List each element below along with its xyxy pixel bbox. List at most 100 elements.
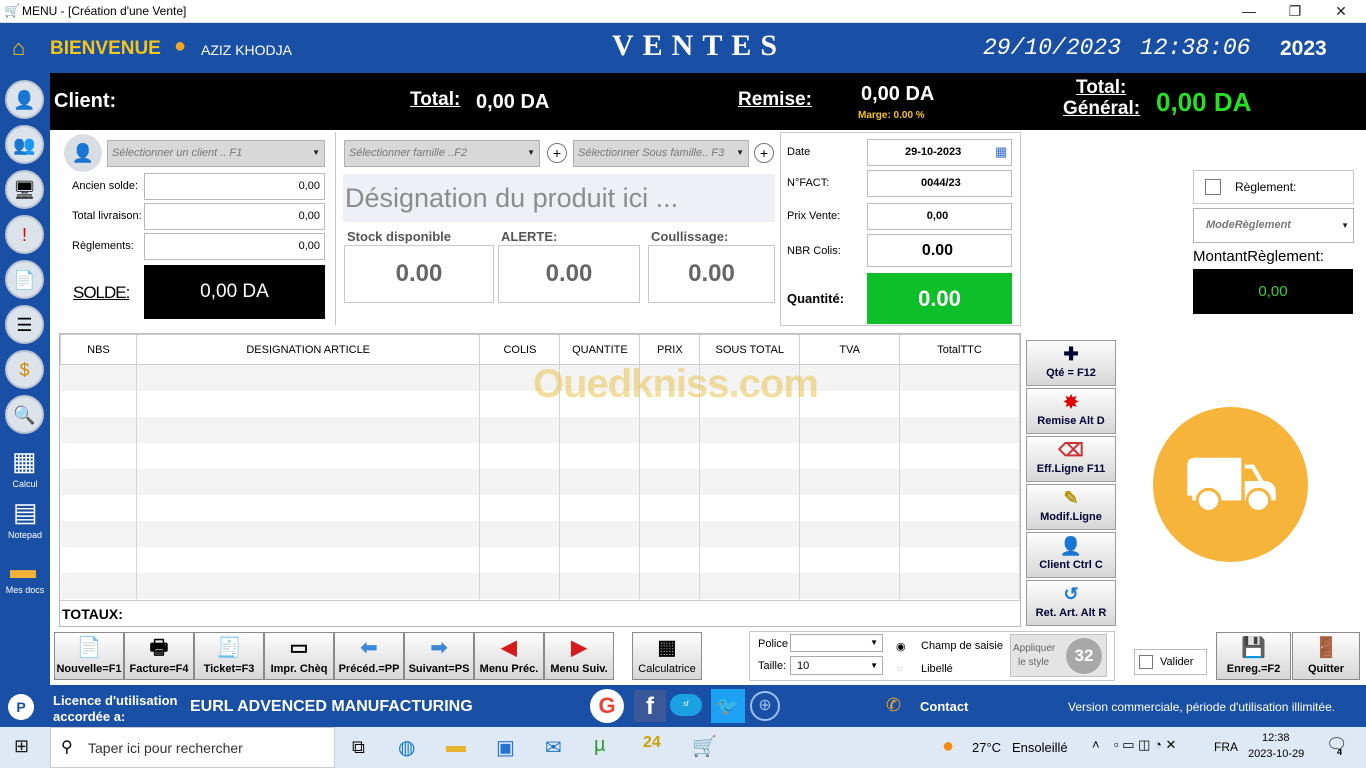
enreg-button[interactable]: 💾 Enreg.=F2 — [1216, 632, 1291, 680]
ticket-button[interactable]: 🧾 Ticket=F3 — [194, 632, 264, 680]
reglement-checkbox[interactable] — [1205, 179, 1221, 195]
maximize-button[interactable]: ❐ — [1272, 0, 1318, 23]
col-sous-total[interactable]: SOUS TOTAL — [699, 334, 801, 365]
table-row[interactable] — [60, 442, 1020, 469]
impr-cheque-button[interactable]: ▭ Impr. Chèq — [264, 632, 334, 680]
quitter-button[interactable]: 🚪 Quitter — [1292, 632, 1360, 680]
users-icon[interactable]: 👤 — [5, 80, 44, 119]
colis-field[interactable]: 0.00 — [867, 234, 1012, 267]
table-row[interactable] — [60, 572, 1020, 599]
eff-ligne-button[interactable]: ⌫ Eff.Ligne F11 — [1026, 436, 1116, 482]
general-value: 0,00 DA — [1156, 87, 1252, 117]
taskbar-search-box[interactable]: ⚲ Taper ici pour rechercher — [50, 727, 335, 768]
clock-date[interactable]: 2023-10-29 — [1248, 748, 1304, 760]
col-designation[interactable]: DESIGNATION ARTICLE — [135, 334, 481, 365]
calculator-icon[interactable]: ▦ — [12, 446, 37, 477]
valider-checkbox[interactable] — [1139, 655, 1153, 669]
radio-libelle-icon[interactable]: ○ — [896, 663, 903, 675]
chevron-up-icon[interactable]: ˄ — [1092, 737, 1100, 752]
contact-link[interactable]: Contact — [920, 699, 968, 714]
list-icon[interactable]: ☰ — [5, 305, 44, 344]
date-field[interactable]: 29-10-2023 — [867, 139, 1012, 166]
calculator-icon: ▦ — [657, 637, 677, 659]
document-icon[interactable]: 📄 — [5, 260, 44, 299]
police-select[interactable]: ▼ — [790, 634, 883, 652]
phone-icon[interactable]: ✆ — [886, 695, 901, 716]
table-row[interactable] — [60, 520, 1020, 547]
ret-art-button[interactable]: ↺ Ret. Art. Alt R — [1026, 580, 1116, 626]
col-colis[interactable]: COLIS — [479, 334, 561, 365]
add-famille-icon[interactable]: + — [547, 143, 567, 163]
globe-icon[interactable]: ⊕ — [750, 691, 780, 721]
menu-prec-button[interactable]: ◀ Menu Préc. — [474, 632, 544, 680]
calculatrice-button[interactable]: ▦ Calculatrice — [632, 632, 702, 680]
monitor-icon[interactable]: 🖥 — [5, 170, 44, 209]
notification-count: 4 — [1337, 747, 1343, 757]
clock-time[interactable]: 12:38 — [1262, 732, 1290, 744]
quantite-field[interactable]: 0.00 — [867, 273, 1012, 324]
col-prix[interactable]: PRIX — [639, 334, 701, 365]
client-button[interactable]: 👤 Client Ctrl C — [1026, 532, 1116, 578]
calendar-icon[interactable]: ▦ — [995, 144, 1007, 160]
search-icon[interactable]: 🔍 — [5, 395, 44, 434]
store-icon[interactable]: ▣ — [496, 735, 515, 760]
table-row[interactable] — [60, 546, 1020, 573]
tray-icons[interactable]: ▫ ▭ ◫ ◔ ✕ — [1114, 737, 1176, 753]
close-button[interactable]: ✕ — [1318, 0, 1364, 23]
remise-button[interactable]: ✸ Remise Alt D — [1026, 388, 1116, 434]
twitter-icon[interactable]: 🐦 — [711, 689, 745, 723]
suivant-button[interactable]: ➡ Suivant=PS — [404, 632, 474, 680]
mode-reglement-select[interactable]: ModeRèglement — [1193, 208, 1354, 243]
col-nbs[interactable]: NBS — [60, 334, 137, 365]
windows-start-icon[interactable]: ⊞ — [14, 736, 29, 757]
nouvelle-button[interactable]: 📄 Nouvelle=F1 — [54, 632, 124, 680]
folder-icon[interactable]: ▬ — [10, 554, 36, 585]
money-icon[interactable]: $ — [5, 350, 44, 389]
ancien-field[interactable]: 0,00 — [144, 173, 325, 200]
designation-input[interactable]: Désignation du produit ici ... — [343, 174, 775, 222]
table-row[interactable] — [60, 468, 1020, 495]
nfact-field[interactable]: 0044/23 — [867, 170, 1012, 197]
group-icon[interactable]: 👥 — [5, 125, 44, 164]
home-icon[interactable]: ⌂ — [12, 35, 25, 61]
radio-champ-icon[interactable]: ◉ — [896, 640, 906, 653]
utorrent-icon[interactable]: µ — [594, 734, 606, 757]
montant-value[interactable]: 0,00 — [1193, 269, 1353, 314]
facture-button[interactable]: 🖶 Facture=F4 — [124, 632, 194, 680]
salesforce-icon[interactable]: sf — [670, 694, 702, 716]
table-row[interactable] — [60, 494, 1020, 521]
app-24-icon[interactable]: 24 — [643, 734, 661, 752]
appliquer-style-button[interactable]: Appliquer le style 32 — [1010, 634, 1107, 677]
google-icon[interactable]: G — [590, 689, 624, 723]
qte-button[interactable]: ✚ Qté = F12 — [1026, 340, 1116, 386]
col-totalttc[interactable]: TotalTTC — [899, 334, 1020, 365]
prix-field[interactable]: 0,00 — [867, 203, 1012, 230]
language-indicator[interactable]: FRA — [1214, 740, 1238, 754]
client-select[interactable]: Sélectionner un client .. F1 — [107, 140, 325, 167]
taille-select[interactable]: 10 ▼ — [790, 656, 883, 675]
notepad-label: Notepad — [7, 530, 43, 540]
header-year: 2023 — [1280, 37, 1327, 60]
cart-app-icon[interactable]: 🛒 — [692, 734, 717, 759]
minimize-button[interactable]: — — [1226, 0, 1272, 23]
menu-suiv-button[interactable]: ▶ Menu Suiv. — [544, 632, 614, 680]
sousfamille-select[interactable]: Sélectionner Sous famille.. F3 — [573, 140, 749, 167]
file-explorer-icon[interactable]: ▬ — [446, 735, 466, 758]
weather-desc: Ensoleillé — [1012, 740, 1068, 755]
facebook-icon[interactable]: f — [634, 690, 666, 722]
famille-select[interactable]: Sélectionner famille ..F2 — [344, 140, 540, 167]
task-view-icon[interactable]: ⧉ — [352, 737, 365, 758]
col-tva[interactable]: TVA — [799, 334, 901, 365]
general-label-2: Général: — [1063, 98, 1141, 119]
alert-icon[interactable]: ! — [5, 215, 44, 254]
mail-icon[interactable]: ✉ — [545, 735, 562, 760]
add-sousfamille-icon[interactable]: + — [754, 143, 774, 163]
edge-icon[interactable]: ◍ — [398, 735, 415, 760]
modif-ligne-button[interactable]: ✎ Modif.Ligne — [1026, 484, 1116, 530]
reglements-field[interactable]: 0,00 — [144, 233, 325, 260]
table-row[interactable] — [60, 416, 1020, 443]
notepad-icon[interactable]: ▤ — [13, 497, 38, 528]
precedent-button[interactable]: ⬅ Précéd.=PP — [334, 632, 404, 680]
livraison-field[interactable]: 0,00 — [144, 203, 325, 230]
col-quantite[interactable]: QUANTITE — [559, 334, 641, 365]
